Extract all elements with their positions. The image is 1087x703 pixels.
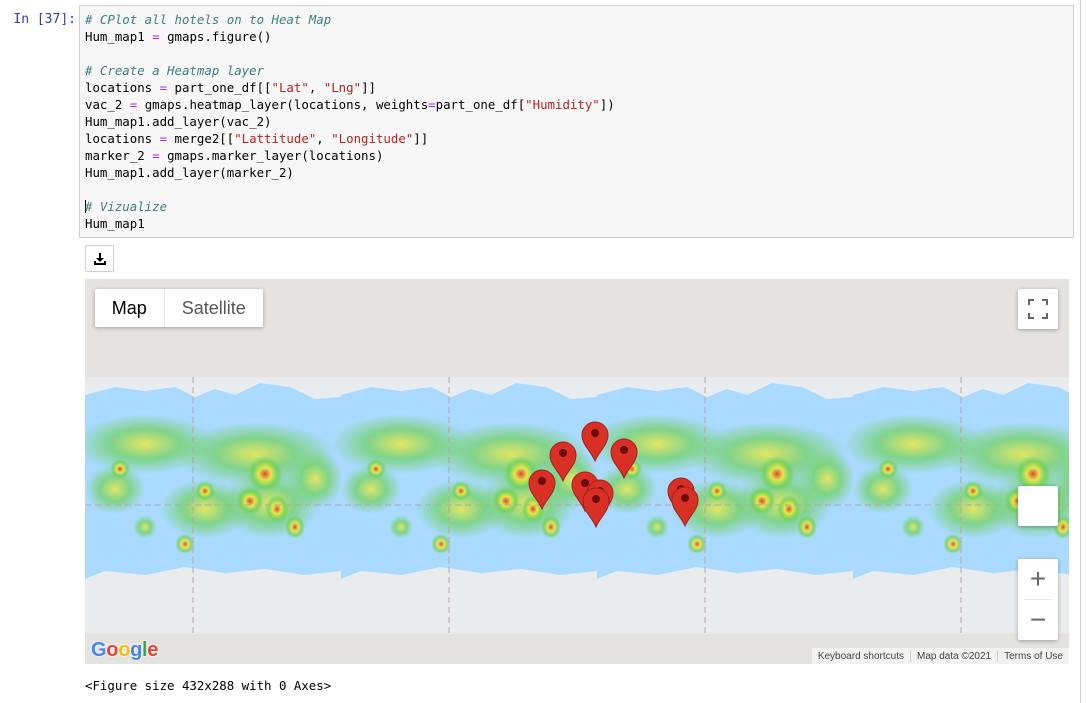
code-line: Hum_map1.add_layer(marker_2) [85,164,1068,181]
scrollbar-edge [1080,0,1081,703]
code-text: merge2[[ [167,131,235,146]
map-widget[interactable]: Map Satellite + − Google Keyboard shortc… [85,279,1069,664]
code-operator: = [159,131,168,146]
code-line: vac_2 = gmaps.heatmap_layer(locations, w… [85,96,1068,113]
code-line: locations = merge2[["Lattitude", "Longit… [85,130,1068,147]
map-type-control: Map Satellite [95,289,263,327]
keyboard-shortcuts-link[interactable]: Keyboard shortcuts [818,651,910,662]
code-line: # Vizualize [85,198,1068,215]
code-text: gmaps.marker_layer(locations) [159,148,384,163]
code-text: ]] [413,131,429,146]
code-text: marker_2 [85,148,153,163]
map-type-satellite-button[interactable]: Satellite [165,289,263,327]
code-text: part_one_df[ [435,97,526,112]
code-operator: = [152,29,160,44]
code-text: gmaps.figure() [159,29,272,44]
code-string: "Longitude" [331,131,414,146]
code-line: Hum_map1 = gmaps.figure() [85,28,1068,45]
street-view-button[interactable] [1018,486,1058,526]
logo-letter: g [130,639,143,661]
map-attribution: Keyboard shortcuts Map data ©2021 Terms … [811,648,1069,664]
code-line: marker_2 = gmaps.marker_layer(locations) [85,147,1068,164]
fullscreen-button[interactable] [1018,289,1058,329]
code-string: "Lattitude" [234,131,317,146]
code-string: "Lat" [271,80,309,95]
code-text: Hum_map1 [85,216,145,231]
code-text: locations [85,131,160,146]
code-line: locations = part_one_df[["Lat", "Lng"]] [85,79,1068,96]
cell-prompt: In [37]: [13,12,76,27]
code-line: Hum_map1 [85,215,1068,232]
code-text: , [316,131,332,146]
download-button[interactable] [85,245,114,272]
zoom-out-button[interactable]: − [1018,600,1058,640]
code-string: "Humidity" [525,97,600,112]
code-text: gmaps.heatmap_layer(locations, weights [137,97,429,112]
download-icon [94,253,106,265]
code-text: locations [85,80,160,95]
zoom-in-button[interactable]: + [1018,559,1058,599]
code-line: # CPlot all hotels on to Heat Map [85,11,1068,28]
map-type-map-button[interactable]: Map [95,289,165,327]
logo-letter: e [147,639,159,661]
cell-output: <Figure size 432x288 with 0 Axes> [85,678,332,693]
zoom-control: + − [1018,559,1058,640]
code-line: # Create a Heatmap layer [85,62,1068,79]
code-comment: # Vizualize [85,199,168,214]
map-canvas[interactable] [85,279,1069,664]
code-operator: = [152,148,160,163]
code-text: vac_2 [85,97,130,112]
code-comment: # Create a Heatmap layer [85,63,265,78]
logo-letter: o [106,639,119,661]
code-text: Hum_map1.add_layer(vac_2) [85,114,272,129]
code-operator: = [159,80,168,95]
code-editor[interactable]: # CPlot all hotels on to Heat Map Hum_ma… [79,5,1074,238]
code-text: , [308,80,324,95]
terms-of-use-link[interactable]: Terms of Use [997,650,1063,662]
code-text: ]) [599,97,615,112]
code-text: part_one_df[[ [167,80,272,95]
map-data-text: Map data ©2021 [910,650,997,662]
code-operator: = [428,97,436,112]
logo-letter: o [118,639,131,661]
code-text: Hum_map1 [85,29,153,44]
fullscreen-icon [1028,299,1048,319]
code-text: Hum_map1.add_layer(marker_2) [85,165,294,180]
logo-letter: G [91,639,107,661]
code-line: Hum_map1.add_layer(vac_2) [85,113,1068,130]
google-logo: Google [91,639,158,662]
code-text: ]] [361,80,376,95]
code-comment: # CPlot all hotels on to Heat Map [85,12,332,27]
code-string: "Lng" [323,80,362,95]
